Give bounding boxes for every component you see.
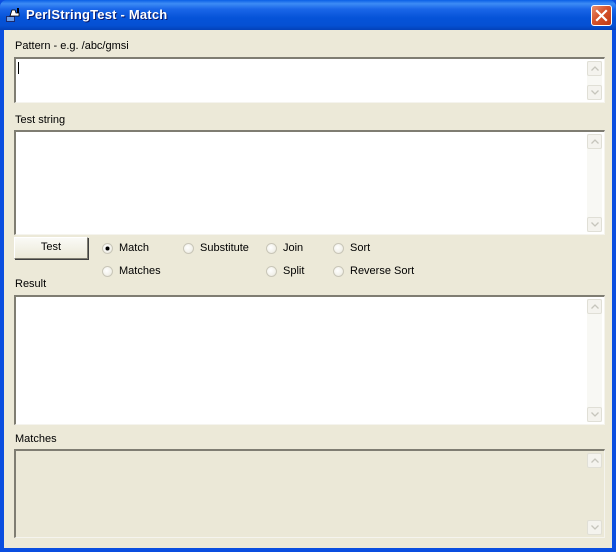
scroll-down-button bbox=[587, 520, 602, 535]
scroll-up-button[interactable] bbox=[587, 134, 602, 149]
scroll-down-button[interactable] bbox=[587, 217, 602, 232]
scroll-up-button bbox=[587, 453, 602, 468]
text-caret bbox=[18, 62, 19, 74]
test-button[interactable]: Test bbox=[14, 237, 88, 259]
scroll-up-button[interactable] bbox=[587, 61, 602, 76]
radio-button[interactable] bbox=[266, 243, 277, 254]
scroll-down-button[interactable] bbox=[587, 85, 602, 100]
chevron-down-icon bbox=[591, 222, 599, 227]
chevron-up-icon bbox=[591, 66, 599, 71]
radio-label: Split bbox=[283, 265, 305, 277]
matches-output bbox=[14, 449, 605, 538]
radio-button[interactable] bbox=[266, 266, 277, 277]
radio-label: Join bbox=[283, 242, 304, 254]
chevron-up-icon bbox=[591, 458, 599, 463]
radio-label: Match bbox=[119, 242, 149, 254]
app-window: PerlStringTest - Match Pattern - e.g. /a… bbox=[0, 0, 616, 552]
radio-label: Matches bbox=[119, 265, 161, 277]
result-output[interactable] bbox=[14, 295, 605, 425]
test-string-input[interactable] bbox=[14, 130, 605, 235]
result-scrollbar[interactable] bbox=[587, 299, 602, 422]
radio-button-selected[interactable] bbox=[102, 243, 113, 254]
perl-camel-icon bbox=[6, 8, 20, 22]
close-icon bbox=[595, 9, 608, 22]
scroll-up-button[interactable] bbox=[587, 299, 602, 314]
chevron-down-icon bbox=[591, 412, 599, 417]
matches-label: Matches bbox=[15, 433, 57, 445]
pattern-input[interactable] bbox=[14, 57, 605, 103]
result-label: Result bbox=[15, 278, 47, 290]
chevron-down-icon bbox=[591, 525, 599, 530]
radio-label: Reverse Sort bbox=[350, 265, 415, 277]
test-string-label: Test string bbox=[15, 114, 66, 126]
radio-button[interactable] bbox=[333, 266, 344, 277]
close-button[interactable] bbox=[591, 5, 612, 26]
dialog-body: Pattern - e.g. /abc/gmsi Test string Tes… bbox=[4, 30, 612, 548]
title-bar[interactable]: PerlStringTest - Match bbox=[0, 0, 616, 30]
matches-scrollbar bbox=[587, 453, 602, 535]
window-title: PerlStringTest - Match bbox=[26, 7, 168, 22]
radio-label: Substitute bbox=[200, 242, 249, 254]
radio-label: Sort bbox=[350, 242, 371, 254]
chevron-up-icon bbox=[591, 139, 599, 144]
chevron-up-icon bbox=[591, 304, 599, 309]
scroll-down-button[interactable] bbox=[587, 407, 602, 422]
test-string-scrollbar[interactable] bbox=[587, 134, 602, 232]
radio-button[interactable] bbox=[183, 243, 194, 254]
pattern-label: Pattern - e.g. /abc/gmsi bbox=[15, 40, 129, 52]
radio-button[interactable] bbox=[102, 266, 113, 277]
chevron-down-icon bbox=[591, 90, 599, 95]
radio-button[interactable] bbox=[333, 243, 344, 254]
pattern-scrollbar[interactable] bbox=[587, 61, 602, 100]
